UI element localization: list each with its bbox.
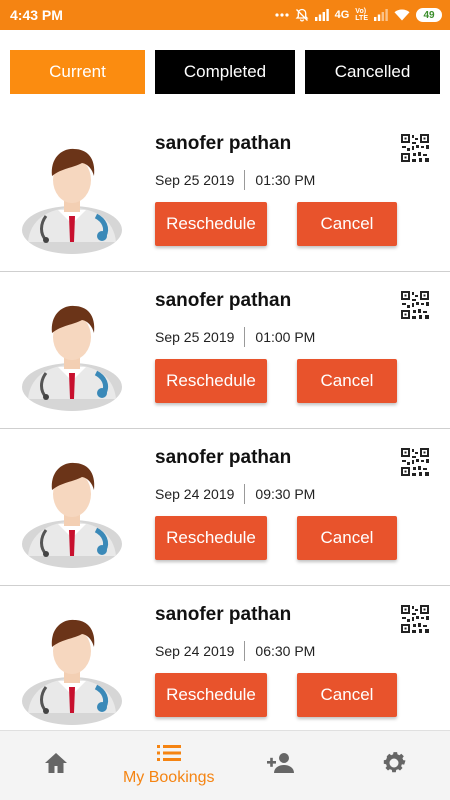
doctor-avatar: [10, 601, 135, 726]
doctor-avatar: [10, 287, 135, 412]
appointment-time: 01:00 PM: [255, 329, 316, 345]
divider: [244, 641, 246, 661]
cancel-button[interactable]: Cancel: [297, 673, 397, 717]
reschedule-button[interactable]: Reschedule: [155, 673, 267, 717]
tab-current[interactable]: Current: [10, 50, 145, 94]
volte-top: Vo): [355, 8, 367, 15]
reschedule-button[interactable]: Reschedule: [155, 202, 267, 246]
status-bar: 4:43 PM 4G Vo) LTE 49: [0, 0, 450, 30]
doctor-avatar: [10, 444, 135, 569]
status-icons: 4G Vo) LTE 49: [275, 8, 442, 22]
booking-card[interactable]: sanofer pathan Sep 24 2019 06:30 PM Resc…: [0, 586, 450, 730]
mute-bell-icon: [295, 8, 309, 22]
appointment-time: 09:30 PM: [255, 486, 316, 502]
booking-tabs: Current Completed Cancelled: [10, 50, 440, 94]
qr-code-icon[interactable]: [400, 133, 430, 163]
cancel-button[interactable]: Cancel: [297, 516, 397, 560]
appointment-time: 01:30 PM: [255, 172, 316, 188]
nav-home[interactable]: [0, 731, 113, 800]
appointment-datetime: Sep 25 2019 01:30 PM: [155, 170, 315, 190]
list-icon: [156, 744, 181, 767]
appointment-datetime: Sep 25 2019 01:00 PM: [155, 327, 315, 347]
qr-code-icon[interactable]: [400, 290, 430, 320]
appointment-date: Sep 25 2019: [155, 172, 235, 188]
battery-icon: 49: [416, 8, 442, 22]
gear-icon: [381, 750, 407, 781]
network-type: 4G: [334, 9, 350, 21]
doctor-name: sanofer pathan: [155, 447, 292, 468]
booking-list[interactable]: sanofer pathan Sep 25 2019 01:30 PM Resc…: [0, 115, 450, 730]
doctor-name: sanofer pathan: [155, 133, 292, 154]
doctor-name: sanofer pathan: [155, 290, 292, 311]
add-user-icon: [265, 752, 297, 779]
divider: [244, 327, 246, 347]
more-dots-icon: [275, 12, 289, 18]
divider: [244, 170, 246, 190]
signal-icon-2: [374, 9, 388, 21]
wifi-icon: [394, 9, 410, 21]
appointment-time: 06:30 PM: [255, 643, 316, 659]
booking-card[interactable]: sanofer pathan Sep 25 2019 01:00 PM Resc…: [0, 272, 450, 429]
cancel-button[interactable]: Cancel: [297, 359, 397, 403]
tab-cancelled[interactable]: Cancelled: [305, 50, 440, 94]
nav-my-bookings[interactable]: My Bookings: [113, 731, 226, 800]
appointment-date: Sep 25 2019: [155, 329, 235, 345]
volte-indicator: Vo) LTE: [355, 8, 368, 22]
nav-add-user[interactable]: [225, 731, 338, 800]
reschedule-button[interactable]: Reschedule: [155, 516, 267, 560]
bottom-nav: My Bookings: [0, 730, 450, 800]
qr-code-icon[interactable]: [400, 447, 430, 477]
doctor-avatar: [10, 130, 135, 255]
status-time: 4:43 PM: [10, 7, 63, 23]
appointment-date: Sep 24 2019: [155, 643, 235, 659]
volte-bottom: LTE: [355, 15, 368, 22]
divider: [244, 484, 246, 504]
home-icon: [43, 751, 69, 780]
reschedule-button[interactable]: Reschedule: [155, 359, 267, 403]
qr-code-icon[interactable]: [400, 604, 430, 634]
nav-settings[interactable]: [338, 731, 450, 800]
booking-card[interactable]: sanofer pathan Sep 24 2019 09:30 PM Resc…: [0, 429, 450, 586]
appointment-datetime: Sep 24 2019 06:30 PM: [155, 641, 315, 661]
tab-completed[interactable]: Completed: [155, 50, 295, 94]
doctor-name: sanofer pathan: [155, 604, 292, 625]
cancel-button[interactable]: Cancel: [297, 202, 397, 246]
nav-my-bookings-label: My Bookings: [122, 769, 215, 786]
signal-icon: [314, 9, 329, 21]
booking-card[interactable]: sanofer pathan Sep 25 2019 01:30 PM Resc…: [0, 115, 450, 272]
appointment-date: Sep 24 2019: [155, 486, 235, 502]
appointment-datetime: Sep 24 2019 09:30 PM: [155, 484, 315, 504]
